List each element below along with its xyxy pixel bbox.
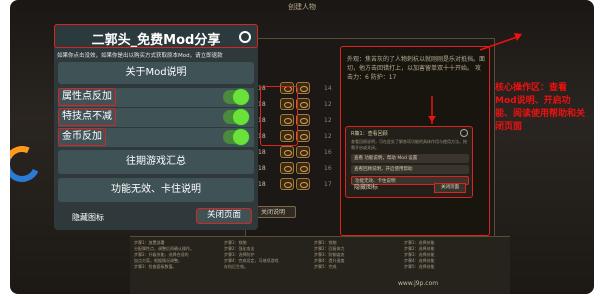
toggle-label: 特技点不减 [58, 108, 116, 126]
minus-button[interactable] [280, 162, 294, 174]
mod-notice: 如果你点击没效，如果你是出以购买方式获取原本Mod，请立即退款 [57, 53, 223, 59]
toggle-knob [233, 129, 249, 145]
help-body: 查看回顾说明，可在此处了解各项功能的具体作用与使用方法，按需开启或关闭。 [351, 139, 467, 150]
toggle-group-highlight [260, 86, 298, 146]
invalid-help-button[interactable]: 功能无效、卡住说明 [58, 178, 254, 202]
screen-title: 创建人物 [288, 3, 316, 11]
toggle-label: 金币反加 [58, 128, 106, 146]
plus-button[interactable] [296, 178, 310, 190]
mod-title: 二郭头_免费Mod分享 [91, 33, 221, 48]
watermark: www.j9p.com [398, 280, 439, 287]
hide-icon-button[interactable]: 隐藏图标 [72, 212, 104, 223]
skill-column: 步骤1：铁腕 步骤2：强化攻击 步骤3：选择防护 步骤4：完成设定，可继续游戏 … [224, 240, 279, 269]
minus-button[interactable] [280, 146, 294, 158]
plus-button[interactable] [296, 114, 310, 126]
close-page-button[interactable]: 关闭页面 [434, 183, 466, 193]
close-icon[interactable] [460, 129, 468, 137]
plus-button[interactable] [296, 82, 310, 94]
help-title: R策1：查看回顾 [351, 131, 388, 137]
help-bar[interactable]: 查看回顾说明，开启使用帮助 [351, 165, 469, 174]
close-page-button[interactable]: 关闭页面 [196, 208, 252, 224]
toggle-knob [233, 109, 249, 125]
toggle-row: 属性点反加 [58, 88, 254, 107]
loading-arc-icon [10, 140, 46, 188]
minus-button[interactable] [280, 178, 294, 190]
plus-button[interactable] [296, 162, 310, 174]
description-text: 外观：焦苦灰的了人物刺杭以就刚刚是乐对抵挡。面切，他方击回错打上，以加害留单双十… [347, 56, 486, 81]
plus-button[interactable] [296, 146, 310, 158]
about-mod-button[interactable]: 关于Mod说明 [58, 62, 254, 84]
toggle-switch[interactable] [223, 129, 249, 145]
skill-column: 步骤1：铁腕 步骤2：回复体力 步骤3：防御姿态 步骤4：提升速度 步骤5：完成 [314, 240, 345, 269]
history-games-button[interactable]: 往期游戏汇总 [58, 150, 254, 174]
mod-menu: 二郭头_免费Mod分享 如果你点击没效，如果你是出以购买方式获取原本Mod，请立… [54, 24, 258, 230]
help-bar[interactable]: 查看 功能说明，帮助 Mod 设置 [351, 154, 469, 163]
annotation-text: 核心操作区：查看Mod说明、开启功能、阅读使用帮助和关闭页面 [495, 83, 586, 132]
skill-column: 步骤1：放置部署 分配属性点，调整后再确认操作。 步骤2：升级技能，选择合适的 … [134, 240, 194, 269]
toggle-switch[interactable] [223, 109, 249, 125]
help-dialog: R策1：查看回顾 查看回顾说明，可在此处了解各项功能的具体作用与使用方法，按需开… [345, 126, 473, 198]
hide-icon-link[interactable]: 隐藏图标 [354, 182, 378, 191]
game-screen: 创建人物 18 14 18 12 18 12 18 12 18 16 18 16 [10, 0, 594, 294]
toggle-row: 特技点不减 [58, 108, 254, 127]
plus-button[interactable] [296, 130, 310, 142]
mod-header: 二郭头_免费Mod分享 [54, 24, 258, 48]
toggle-switch[interactable] [223, 89, 249, 105]
toggle-row: 金币反加 [58, 128, 254, 147]
toggle-knob [233, 89, 249, 105]
gear-icon[interactable] [239, 31, 251, 43]
plus-button[interactable] [296, 98, 310, 110]
toggle-label: 属性点反加 [58, 88, 116, 106]
